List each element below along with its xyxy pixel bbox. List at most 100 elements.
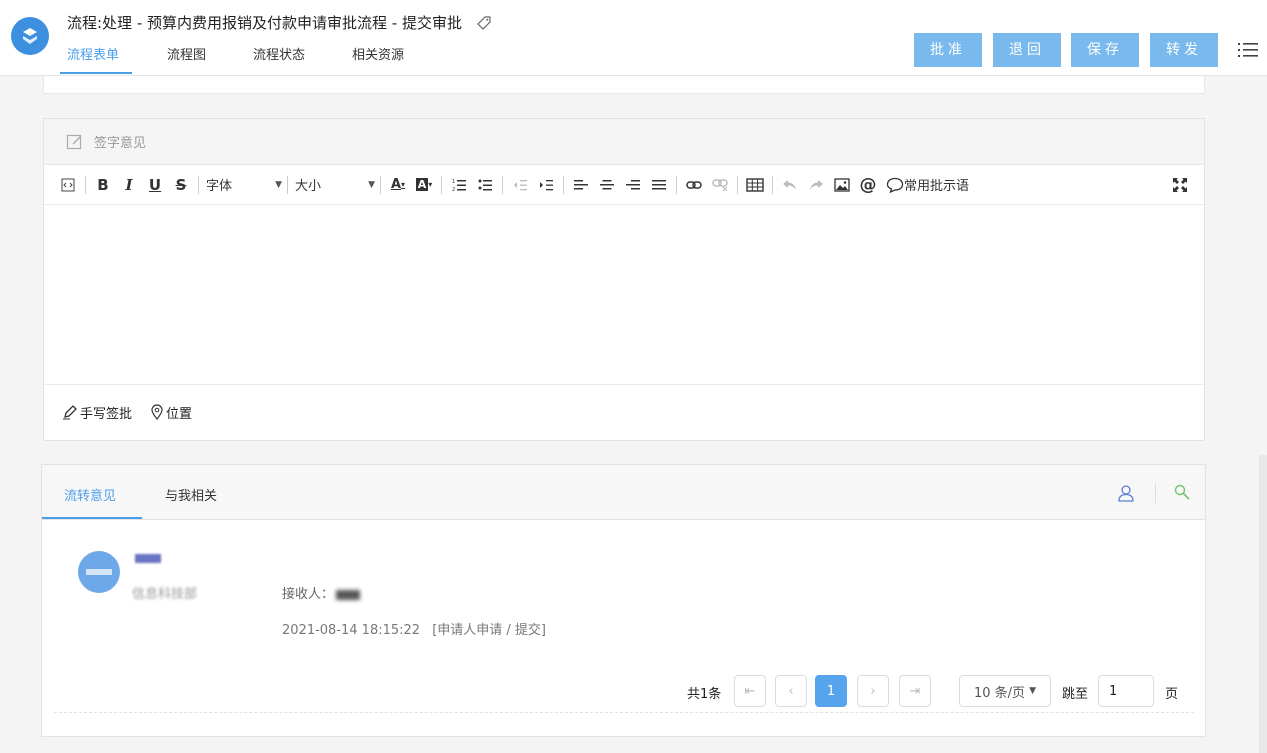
indent-icon[interactable] — [536, 174, 556, 196]
tab-status[interactable]: 流程状态 — [253, 46, 352, 74]
page-unit-label: 页 — [1165, 687, 1179, 702]
avatar-blur-icon — [86, 569, 112, 575]
page-number-button[interactable]: 1 — [815, 675, 847, 707]
unordered-list-icon[interactable] — [475, 174, 495, 196]
toolbar-divider — [772, 175, 773, 194]
last-page-icon: ⇥ — [909, 683, 921, 699]
toolbar-divider — [676, 175, 677, 194]
page-size-select[interactable]: 10 条/页 ▼ — [959, 675, 1051, 707]
user-filter-icon[interactable] — [1116, 483, 1136, 507]
active-tab-indicator — [42, 517, 142, 519]
fullscreen-icon[interactable] — [1172, 177, 1188, 197]
toolbar-divider — [85, 175, 86, 194]
location-pin-icon — [151, 404, 163, 420]
speech-bubble-icon — [886, 177, 904, 193]
tag-icon[interactable] — [476, 15, 492, 31]
toolbar-divider — [287, 175, 288, 194]
common-phrases-label: 常用批示语 — [904, 179, 970, 194]
tab-flowchart[interactable]: 流程图 — [167, 46, 253, 74]
svg-text:1: 1 — [452, 179, 455, 185]
toolbar-divider — [1155, 483, 1156, 503]
toolbar-divider — [563, 175, 564, 194]
unlink-icon[interactable] — [710, 174, 730, 196]
font-size-select[interactable]: 大小 ▼ — [295, 174, 375, 196]
page-size-label: 10 条/页 — [974, 685, 1026, 701]
signature-header: 签字意见 — [44, 119, 1204, 165]
record-time: 2021-08-14 18:15:22 — [282, 623, 421, 638]
undo-icon[interactable] — [780, 174, 800, 196]
svg-text:2: 2 — [452, 187, 455, 192]
page-title: 流程:处理 - 预算内费用报销及付款申请审批流程 - 提交审批 — [67, 12, 492, 33]
align-justify-icon[interactable] — [649, 174, 669, 196]
table-icon[interactable] — [745, 174, 765, 196]
ordered-list-icon[interactable]: 12 — [449, 174, 469, 196]
first-page-icon: ⇤ — [744, 683, 756, 699]
toolbar-divider — [737, 175, 738, 194]
flow-record: 信息科技部 接收人： 2021-08-14 18:15:22 [申请人申请 / … — [42, 521, 1205, 713]
bold-icon[interactable]: B — [93, 174, 113, 196]
flow-opinion-panel: 流转意见 与我相关 信息科技部 接收人： 2021-08-14 18:15:22… — [41, 464, 1206, 737]
header: 流程:处理 - 预算内费用报销及付款申请审批流程 - 提交审批 流程表单 流程图… — [0, 0, 1267, 76]
tab-flow-opinions[interactable]: 流转意见 — [64, 485, 116, 504]
pagination: 共1条 ⇤ ‹ 1 › ⇥ 10 条/页 ▼ 跳至 页 — [42, 675, 1205, 707]
tab-related-to-me[interactable]: 与我相关 — [165, 485, 217, 504]
search-icon[interactable] — [1173, 483, 1191, 505]
strikethrough-icon[interactable]: S — [171, 174, 191, 196]
record-divider — [54, 712, 1194, 713]
toolbar-divider — [198, 175, 199, 194]
user-name-redacted — [135, 554, 161, 563]
edit-icon — [66, 134, 82, 149]
signature-footer: 手写签批 位置 — [44, 385, 1204, 439]
editor-toolbar: B I U S 字体 ▼ 大小 ▼ A ▾ A ▾ 12 @ 常用批示语 — [44, 165, 1204, 205]
logo-icon — [23, 28, 37, 44]
redo-icon[interactable] — [806, 174, 826, 196]
align-left-icon[interactable] — [571, 174, 591, 196]
last-page-button[interactable]: ⇥ — [899, 675, 931, 707]
caret-down-icon: ▼ — [368, 179, 375, 190]
outdent-icon[interactable] — [510, 174, 530, 196]
underline-icon[interactable]: U — [145, 174, 165, 196]
prev-page-button[interactable]: ‹ — [775, 675, 807, 707]
caret-down-icon: ▼ — [275, 179, 282, 190]
handwrite-label: 手写签批 — [80, 406, 133, 422]
mention-icon[interactable]: @ — [858, 174, 878, 196]
image-icon[interactable] — [832, 174, 852, 196]
next-page-button[interactable]: › — [857, 675, 889, 707]
scrollbar[interactable] — [1259, 455, 1267, 753]
forward-button[interactable]: 转发 — [1150, 33, 1218, 67]
chevron-down-icon: ▼ — [1029, 686, 1036, 696]
location-button[interactable]: 位置 — [150, 403, 192, 422]
approve-button[interactable]: 批准 — [914, 33, 982, 67]
align-center-icon[interactable] — [597, 174, 617, 196]
header-tabs: 流程表单 流程图 流程状态 相关资源 — [60, 46, 432, 74]
align-right-icon[interactable] — [623, 174, 643, 196]
signature-panel: 签字意见 B I U S 字体 ▼ 大小 ▼ A ▾ A ▾ 12 @ 常用批示… — [43, 118, 1205, 441]
handwrite-button[interactable]: 手写签批 — [62, 403, 132, 422]
tab-form[interactable]: 流程表单 — [60, 46, 167, 74]
background-color-icon[interactable]: A ▾ — [414, 174, 434, 196]
first-page-button[interactable]: ⇤ — [734, 675, 766, 707]
save-button[interactable]: 保存 — [1071, 33, 1139, 67]
font-color-icon[interactable]: A ▾ — [388, 174, 408, 196]
record-action: [申请人申请 / 提交] — [432, 623, 547, 638]
link-icon[interactable] — [684, 174, 704, 196]
menu-icon[interactable] — [1238, 41, 1258, 59]
department-label: 信息科技部 — [132, 587, 198, 602]
receiver-field: 接收人： — [282, 583, 361, 602]
font-family-label: 字体 — [206, 179, 233, 194]
total-count: 共1条 — [687, 687, 722, 702]
italic-icon[interactable]: I — [119, 174, 139, 196]
source-icon[interactable] — [58, 174, 78, 196]
return-button[interactable]: 退回 — [993, 33, 1061, 67]
opinion-editor[interactable] — [44, 205, 1204, 385]
record-timestamp-line: 2021-08-14 18:15:22 [申请人申请 / 提交] — [282, 619, 546, 638]
flow-tabs: 流转意见 与我相关 — [42, 465, 1205, 520]
font-family-select[interactable]: 字体 ▼ — [206, 174, 282, 196]
chevron-left-icon: ‹ — [788, 683, 794, 699]
signature-title: 签字意见 — [94, 136, 147, 151]
form-panel-bottom — [43, 76, 1205, 94]
toolbar-divider — [441, 175, 442, 194]
jump-page-input[interactable] — [1098, 675, 1154, 707]
common-phrases-button[interactable]: 常用批示语 — [886, 174, 969, 196]
tab-resources[interactable]: 相关资源 — [352, 46, 432, 74]
